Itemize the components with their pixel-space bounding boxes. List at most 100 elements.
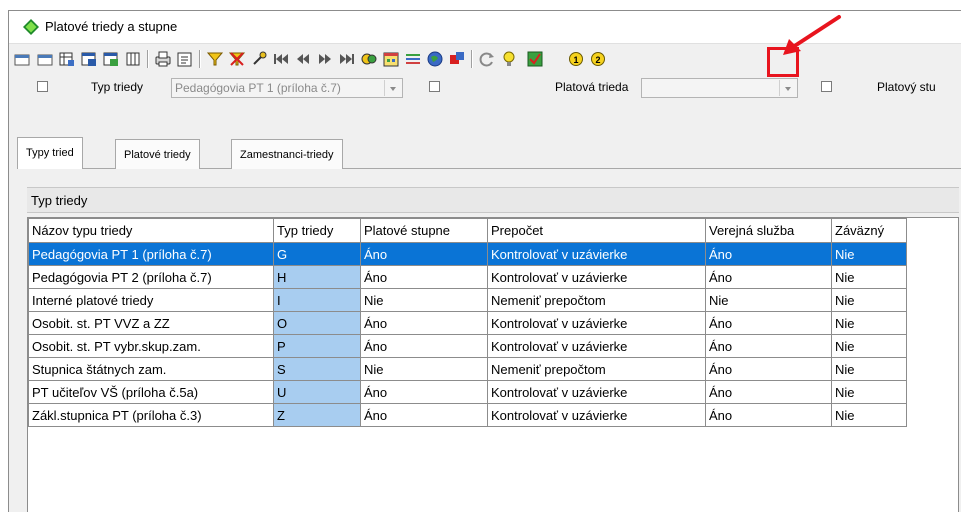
tab-platove-triedy[interactable]: Platové triedy — [115, 139, 200, 169]
table-cell[interactable]: Áno — [705, 357, 832, 381]
table-cell[interactable]: Áno — [705, 334, 832, 358]
table-row[interactable]: Zákl.stupnica PT (príloha č.3) Z Áno Kontro… — [28, 403, 907, 427]
table-cell[interactable]: Osobit. st. PT VVZ a ZZ — [28, 311, 274, 335]
table-cell[interactable]: Nie — [831, 357, 907, 381]
table-cell[interactable]: Kontrolovať v uzávierke — [487, 265, 706, 289]
table-cell[interactable]: Kontrolovať v uzávierke — [487, 380, 706, 404]
column-header[interactable]: Názov typu triedy — [28, 218, 274, 243]
data-grid[interactable]: Názov typu triedy Typ triedy Platové stupn… — [27, 217, 959, 512]
table-cell[interactable]: Áno — [705, 403, 832, 427]
tab-typy-tried[interactable]: Typy tried — [17, 137, 83, 169]
calc-table-icon[interactable] — [79, 49, 99, 69]
table-row[interactable]: Pedagógovia PT 1 (príloha č.7) G Áno Kontro… — [28, 242, 907, 266]
export-icon[interactable] — [447, 49, 467, 69]
check-icon[interactable] — [525, 49, 545, 69]
table-cell[interactable]: Nie — [831, 311, 907, 335]
chevron-down-icon[interactable] — [384, 80, 401, 96]
table-cell[interactable]: Nie — [360, 288, 488, 312]
table-row[interactable]: Interné platové triedy I Nie Nemeniť prepoč… — [28, 288, 907, 312]
refresh-icon[interactable] — [477, 49, 497, 69]
table-cell[interactable]: H — [273, 265, 361, 289]
table-cell[interactable]: Nemeniť prepočtom — [487, 357, 706, 381]
table-cell[interactable]: Stupnica štátnych zam. — [28, 357, 274, 381]
table-cell[interactable]: Interné platové triedy — [28, 288, 274, 312]
tab-zamestnanci-triedy[interactable]: Zamestnanci-triedy — [231, 139, 343, 169]
table-cell[interactable]: Áno — [705, 380, 832, 404]
table-cell[interactable]: Kontrolovať v uzávierke — [487, 311, 706, 335]
pin-icon[interactable] — [249, 49, 269, 69]
last-icon[interactable] — [337, 49, 357, 69]
table-cell[interactable]: Kontrolovať v uzávierke — [487, 242, 706, 266]
table-cell[interactable]: I — [273, 288, 361, 312]
table-cell[interactable]: Z — [273, 403, 361, 427]
filter-table-icon[interactable] — [57, 49, 77, 69]
table-cell[interactable]: P — [273, 334, 361, 358]
table-cell[interactable]: Áno — [360, 265, 488, 289]
table-cell[interactable]: Nemeniť prepočtom — [487, 288, 706, 312]
first-icon[interactable] — [271, 49, 291, 69]
table-cell[interactable]: Nie — [831, 242, 907, 266]
column-header[interactable]: Záväzný — [831, 218, 907, 243]
column-header[interactable]: Prepočet — [487, 218, 706, 243]
link-icon[interactable] — [359, 49, 379, 69]
table-cell[interactable]: Pedagógovia PT 1 (príloha č.7) — [28, 242, 274, 266]
table-cell[interactable]: G — [273, 242, 361, 266]
table-cell[interactable]: PT učiteľov VŠ (príloha č.5a) — [28, 380, 274, 404]
table-cell[interactable]: Kontrolovať v uzávierke — [487, 403, 706, 427]
bars-icon[interactable] — [403, 49, 423, 69]
clear-filter-icon[interactable] — [227, 49, 247, 69]
globe-icon[interactable] — [425, 49, 445, 69]
table-cell[interactable]: Nie — [831, 380, 907, 404]
prev-record-icon[interactable] — [35, 49, 55, 69]
table-cell[interactable]: Nie — [831, 265, 907, 289]
table-cell[interactable]: Kontrolovať v uzávierke — [487, 334, 706, 358]
toolbar-separator — [147, 50, 149, 68]
table-row[interactable]: PT učiteľov VŠ (príloha č.5a) U Áno Kontrol… — [28, 380, 907, 404]
platova-trieda-checkbox[interactable] — [429, 81, 440, 92]
calc2-icon[interactable] — [101, 49, 121, 69]
table-cell[interactable]: Áno — [360, 380, 488, 404]
table-row[interactable]: Osobit. st. PT VVZ a ZZ O Áno Kontrolovať v… — [28, 311, 907, 335]
table-cell[interactable]: Zákl.stupnica PT (príloha č.3) — [28, 403, 274, 427]
table-cell[interactable]: Áno — [360, 311, 488, 335]
filter-icon[interactable] — [205, 49, 225, 69]
table-cell[interactable]: Áno — [360, 403, 488, 427]
column-header[interactable]: Typ triedy — [273, 218, 361, 243]
calendar-icon[interactable] — [381, 49, 401, 69]
bulb-icon[interactable] — [499, 49, 519, 69]
table-cell[interactable]: Nie — [831, 334, 907, 358]
table-cell[interactable]: Nie — [705, 288, 832, 312]
report-icon[interactable] — [175, 49, 195, 69]
prev-icon[interactable] — [293, 49, 313, 69]
typ-triedy-combo[interactable]: Pedagógovia PT 1 (príloha č.7) — [171, 78, 403, 98]
section-title: Typ triedy — [27, 187, 959, 213]
table-cell[interactable]: U — [273, 380, 361, 404]
table-row[interactable]: Stupnica štátnych zam. S Nie Nemeniť prepoč… — [28, 357, 907, 381]
table-row[interactable]: Pedagógovia PT 2 (príloha č.7) H Áno Kontro… — [28, 265, 907, 289]
option-2-icon[interactable]: 2 — [591, 52, 605, 66]
first-record-icon[interactable] — [13, 49, 33, 69]
platovy-stupen-checkbox[interactable] — [821, 81, 832, 92]
table-cell[interactable]: Áno — [705, 242, 832, 266]
option-1-icon[interactable]: 1 — [569, 52, 583, 66]
table-cell[interactable]: S — [273, 357, 361, 381]
next-icon[interactable] — [315, 49, 335, 69]
table-cell[interactable]: Áno — [360, 242, 488, 266]
table-cell[interactable]: Áno — [705, 311, 832, 335]
table-cell[interactable]: Pedagógovia PT 2 (príloha č.7) — [28, 265, 274, 289]
table-cell[interactable]: Áno — [360, 334, 488, 358]
chevron-down-icon[interactable] — [779, 80, 796, 96]
platova-trieda-combo[interactable] — [641, 78, 798, 98]
table-cell[interactable]: Nie — [831, 288, 907, 312]
table-cell[interactable]: Osobit. st. PT vybr.skup.zam. — [28, 334, 274, 358]
table-row[interactable]: Osobit. st. PT vybr.skup.zam. P Áno Kontrol… — [28, 334, 907, 358]
table-cell[interactable]: Nie — [831, 403, 907, 427]
table-cell[interactable]: Nie — [360, 357, 488, 381]
table-cell[interactable]: O — [273, 311, 361, 335]
table-cell[interactable]: Áno — [705, 265, 832, 289]
column-header[interactable]: Verejná služba — [705, 218, 832, 243]
typ-triedy-checkbox[interactable] — [37, 81, 48, 92]
print-icon[interactable] — [153, 49, 173, 69]
column-header[interactable]: Platové stupne — [360, 218, 488, 243]
delete-record-icon[interactable] — [123, 49, 143, 69]
